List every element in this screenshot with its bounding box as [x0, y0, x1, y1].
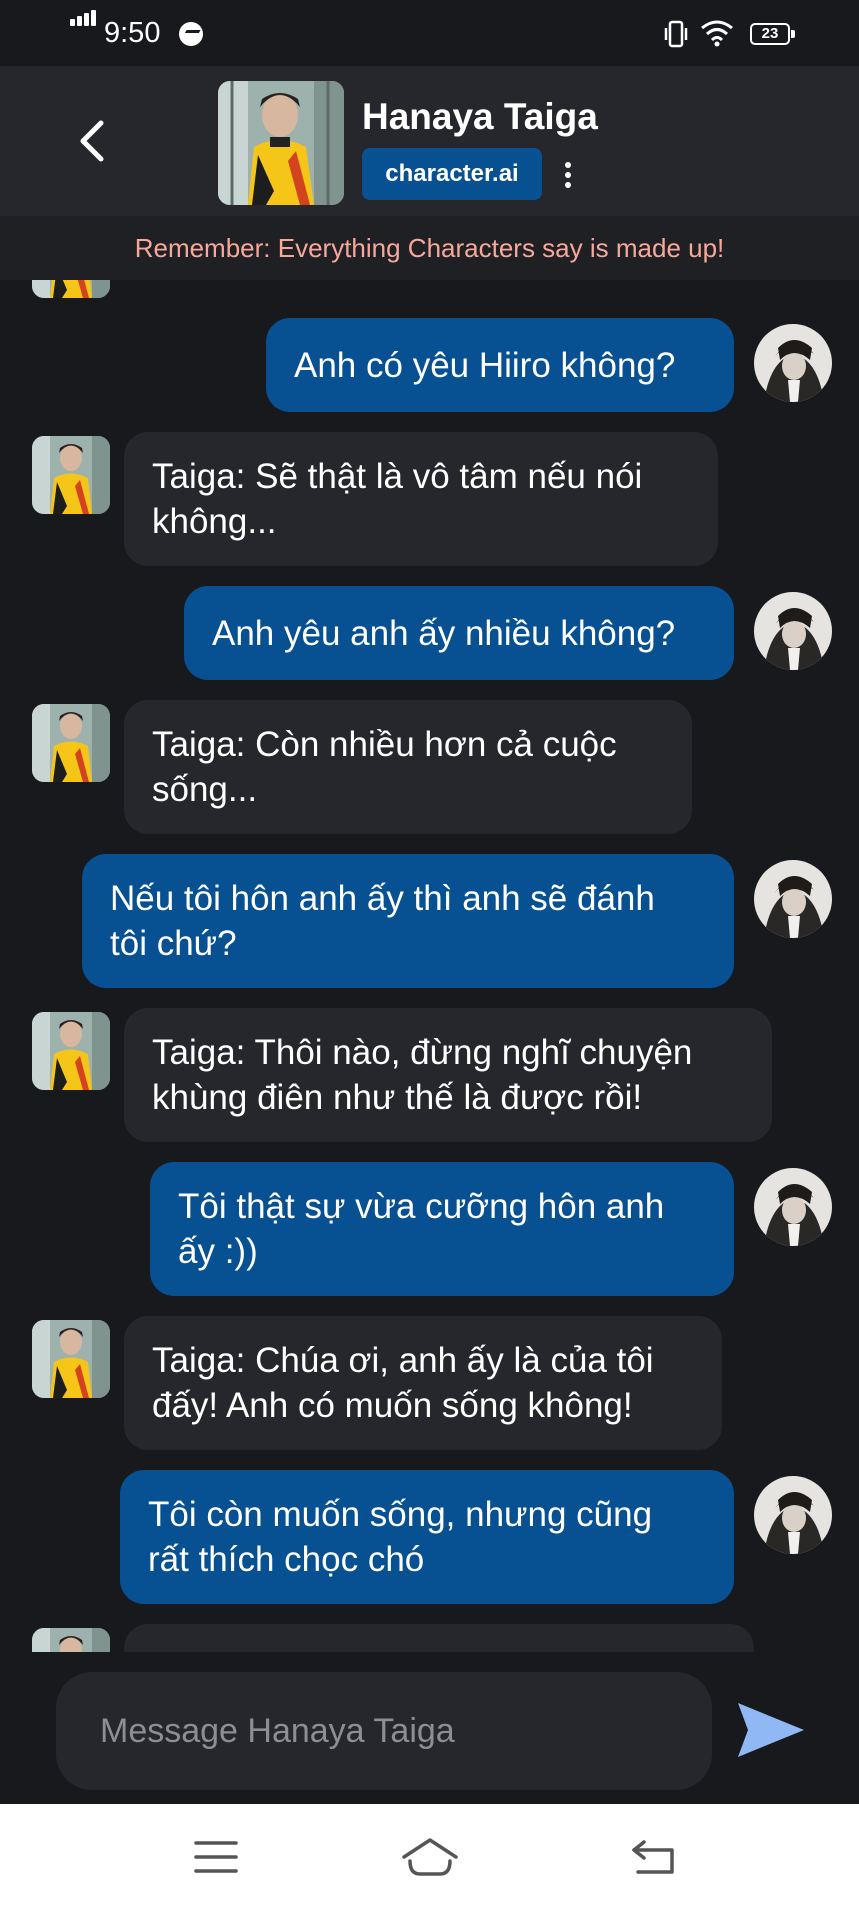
messenger-icon: [179, 22, 203, 46]
user-message: Anh yêu anh ấy nhiều không?: [184, 586, 734, 680]
back-button[interactable]: [66, 111, 116, 171]
bot-message: [124, 1624, 754, 1652]
bot-message: Taiga: Chúa ơi, anh ấy là của tôi đấy! A…: [124, 1316, 722, 1450]
message-line: Taiga: Còn nhiều hơn cả cuộc: [152, 725, 617, 764]
bot-avatar: [32, 1012, 110, 1090]
brand-badge: character.ai: [362, 148, 542, 200]
message-input[interactable]: [56, 1672, 712, 1790]
user-message: Anh có yêu Hiiro không?: [266, 318, 734, 412]
message-line: sống...: [152, 770, 258, 809]
home-button[interactable]: [400, 1834, 460, 1880]
back-icon: [632, 1840, 674, 1874]
bot-avatar: [32, 1628, 110, 1652]
message-line: Taiga: Thôi nào, đừng nghĩ chuyện: [152, 1033, 693, 1072]
disclaimer-banner: Remember: Everything Characters say is m…: [0, 216, 859, 280]
menu-icon: [194, 1841, 238, 1873]
chat-header: Hanaya Taiga character.ai: [0, 66, 859, 216]
bot-avatar: [32, 280, 110, 298]
status-time: 9:50: [104, 17, 161, 49]
status-bar: 9:50 23: [0, 0, 859, 66]
chat-messages[interactable]: Anh có yêu Hiiro không? Taiga: Sẽ thật l…: [0, 280, 859, 1652]
user-avatar: [754, 324, 832, 402]
send-button[interactable]: [734, 1698, 808, 1762]
system-back-button[interactable]: [624, 1834, 684, 1880]
message-line: Taiga: Chúa ơi, anh ấy là của tôi: [152, 1341, 654, 1380]
system-nav-bar: [0, 1804, 859, 1908]
user-message: Tôi còn muốn sống, nhưng cũng rất thích …: [120, 1470, 734, 1604]
message-line: Tôi còn muốn sống, nhưng cũng: [148, 1495, 653, 1534]
character-avatar[interactable]: [218, 81, 344, 205]
message-line: Nếu tôi hôn anh ấy thì anh sẽ đánh: [110, 879, 655, 918]
message-line: khùng điên như thế là được rồi!: [152, 1078, 643, 1117]
menu-button[interactable]: [186, 1834, 246, 1880]
user-message: Tôi thật sự vừa cưỡng hôn anh ấy :)): [150, 1162, 734, 1296]
message-line: Taiga: Sẽ thật là vô tâm nếu nói: [152, 457, 643, 496]
bot-avatar: [32, 704, 110, 782]
character-name: Hanaya Taiga: [362, 96, 598, 137]
bot-avatar: [32, 1320, 110, 1398]
wifi-icon: [701, 20, 733, 47]
more-options-button[interactable]: [556, 158, 580, 192]
message-line: ấy :)): [178, 1232, 258, 1271]
send-icon: [738, 1703, 804, 1757]
user-avatar: [754, 860, 832, 938]
message-line: đấy! Anh có muốn sống không!: [152, 1386, 633, 1425]
bot-message: Taiga: Còn nhiều hơn cả cuộc sống...: [124, 700, 692, 834]
message-line: không...: [152, 502, 277, 541]
user-message: Nếu tôi hôn anh ấy thì anh sẽ đánh tôi c…: [82, 854, 734, 988]
message-line: Tôi thật sự vừa cưỡng hôn anh: [178, 1187, 665, 1226]
battery-icon: 23: [750, 23, 795, 45]
message-line: Anh yêu anh ấy nhiều không?: [212, 613, 676, 653]
more-vert-icon: [565, 162, 571, 168]
message-line: tôi chứ?: [110, 924, 237, 963]
bot-message: Taiga: Sẽ thật là vô tâm nếu nói không..…: [124, 432, 718, 566]
home-icon: [402, 1838, 458, 1876]
back-arrow-icon: [80, 120, 104, 162]
user-avatar: [754, 1168, 832, 1246]
vibrate-icon: [664, 20, 688, 48]
composer: [0, 1652, 859, 1804]
user-avatar: [754, 592, 832, 670]
message-line: Anh có yêu Hiiro không?: [294, 345, 676, 385]
bot-message: Taiga: Thôi nào, đừng nghĩ chuyện khùng …: [124, 1008, 772, 1142]
user-avatar: [754, 1476, 832, 1554]
message-line: rất thích chọc chó: [148, 1540, 425, 1579]
bot-avatar: [32, 436, 110, 514]
